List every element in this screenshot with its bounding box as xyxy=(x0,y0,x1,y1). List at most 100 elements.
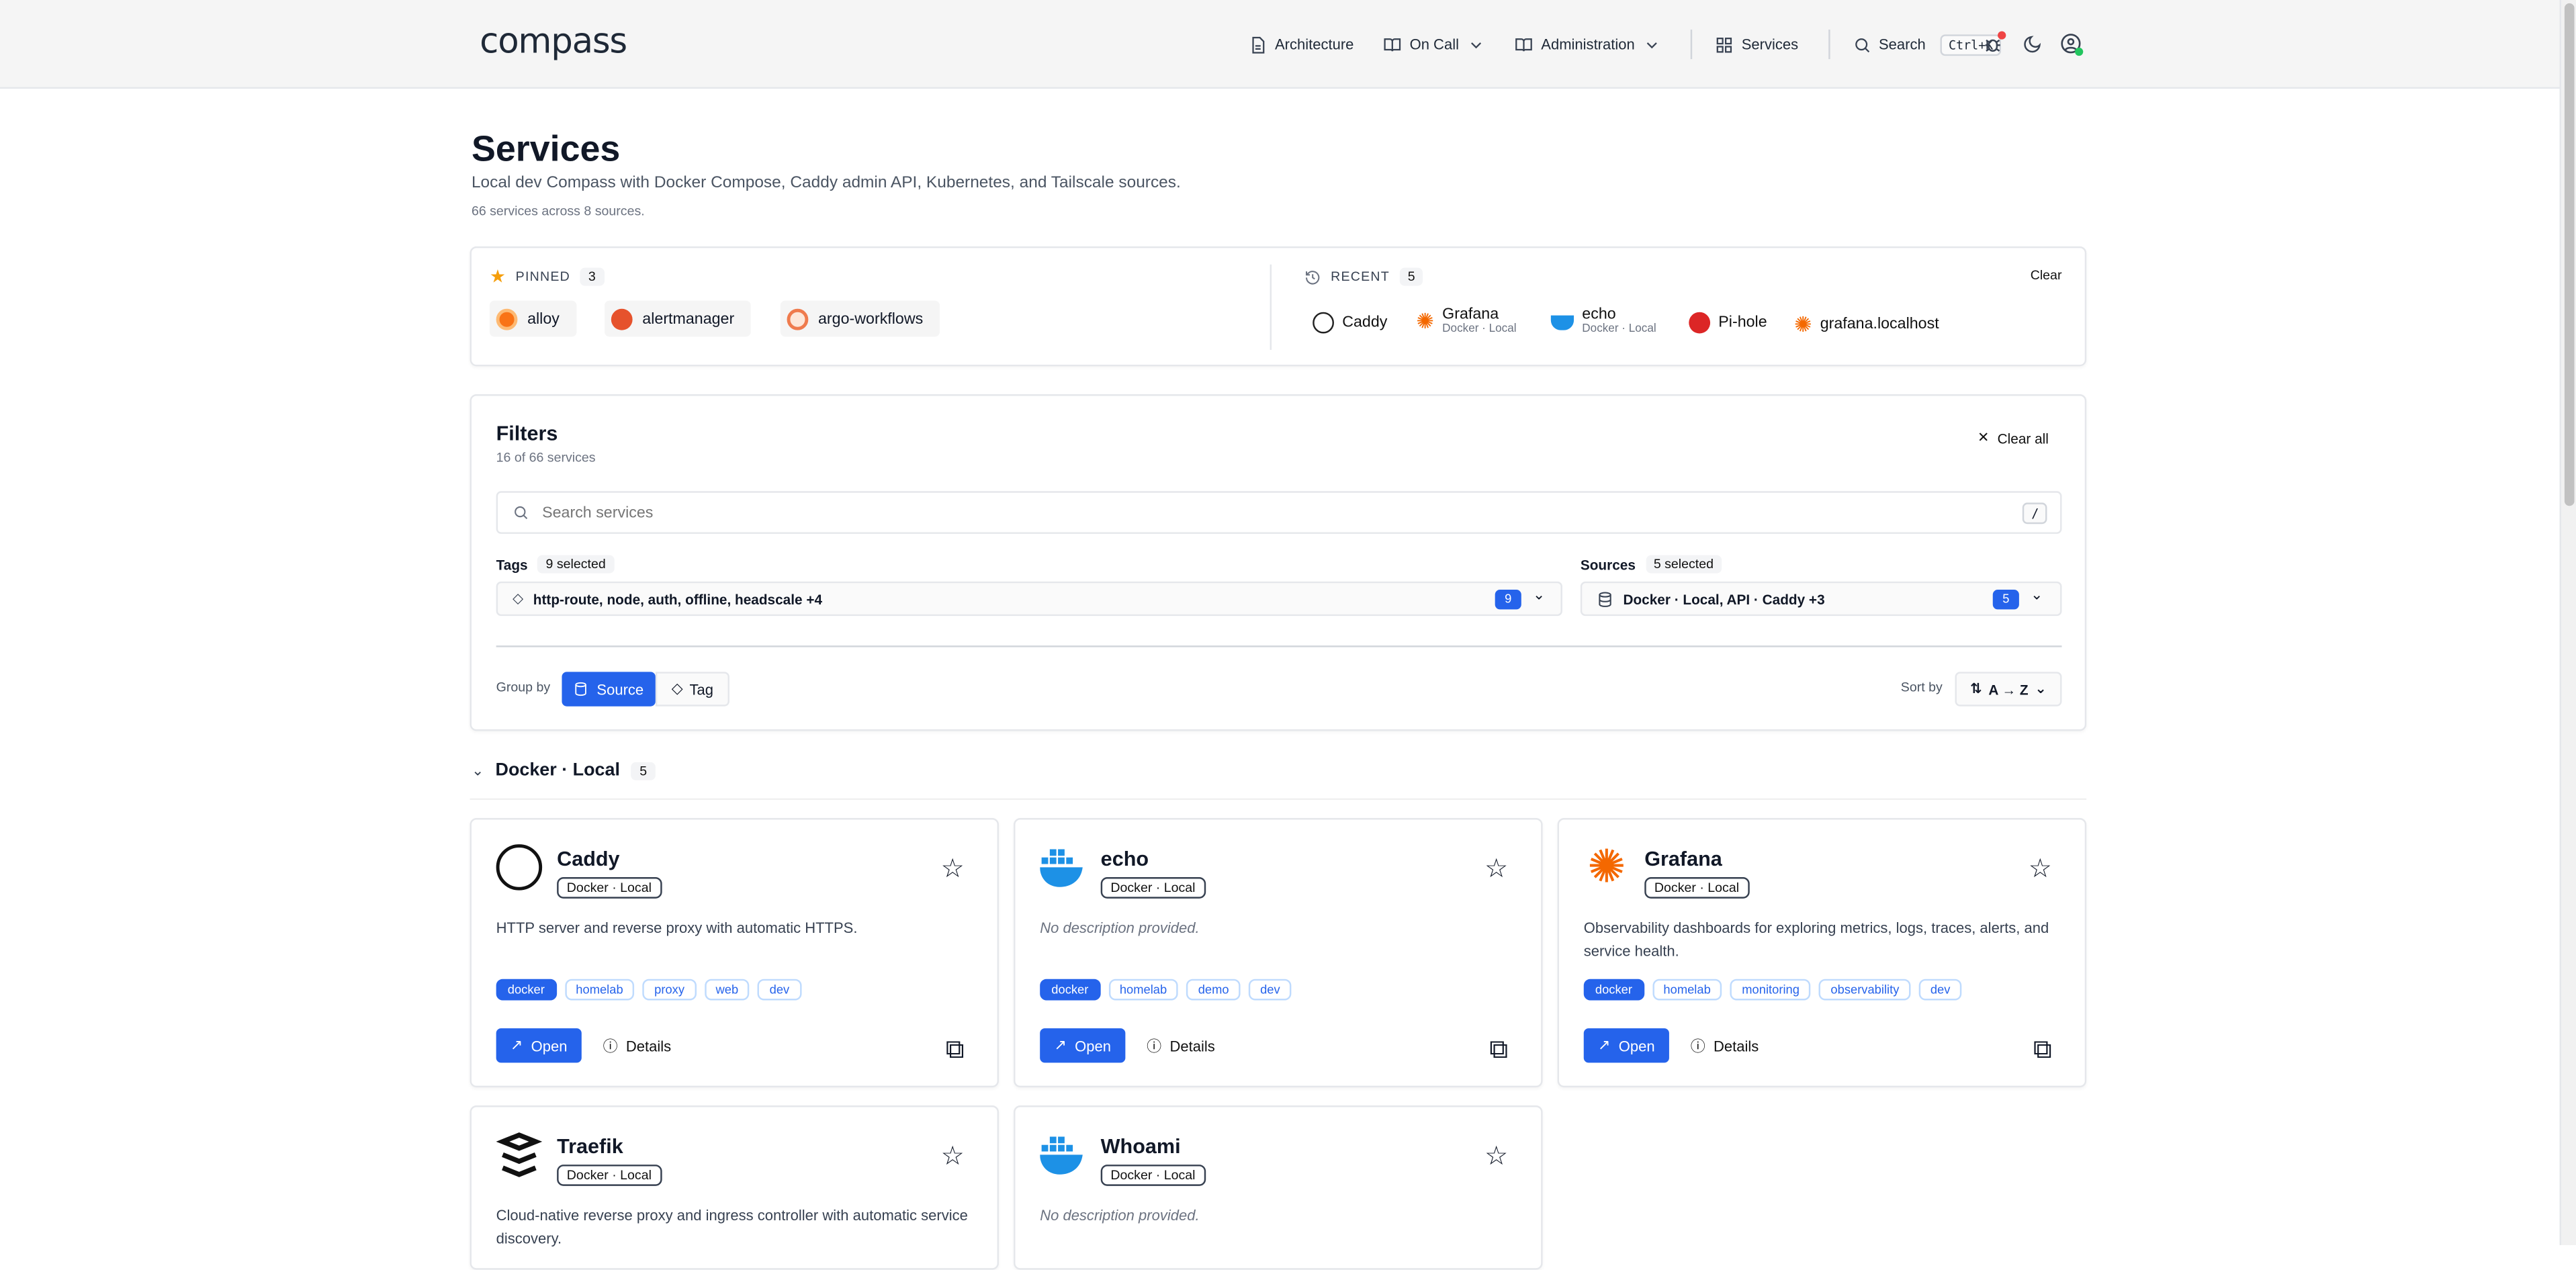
recent-item-grafana[interactable]: ✺ Grafana Docker · Local xyxy=(1416,306,1516,336)
sources-count-badge: 5 xyxy=(1992,590,2019,610)
close-icon: ✕ xyxy=(1977,428,1990,445)
details-button[interactable]: ⓘ Details xyxy=(1691,1035,1759,1056)
details-button[interactable]: ⓘ Details xyxy=(1147,1035,1215,1056)
recent-clear-button[interactable]: Clear xyxy=(2031,268,2062,283)
pinned-item-alertmanager[interactable]: alertmanager xyxy=(605,300,751,337)
grid-icon xyxy=(1716,36,1732,52)
info-icon: ⓘ xyxy=(1147,1038,1162,1055)
tag-chip[interactable]: docker xyxy=(496,979,556,1001)
open-label: Open xyxy=(1618,1037,1655,1054)
chevron-down-icon: ⌄ xyxy=(471,761,484,778)
tags-label-row: Tags 9 selected xyxy=(496,555,614,574)
recent-label: RECENT xyxy=(1331,269,1390,285)
tag-chip[interactable]: web xyxy=(704,979,750,1001)
group-by-tag-button[interactable]: ◇ Tag xyxy=(655,672,729,707)
search-icon xyxy=(515,506,528,519)
recent-item-caddy[interactable]: Caddy xyxy=(1313,312,1387,334)
pihole-icon xyxy=(1689,312,1711,334)
app-root: compass Architecture On Call Administrat… xyxy=(0,0,2576,1270)
group-tag-label: Tag xyxy=(689,680,714,698)
nav-administration[interactable]: Administration xyxy=(1515,36,1661,54)
open-button[interactable]: ↗ Open xyxy=(1583,1028,1669,1063)
scrollbar-thumb[interactable] xyxy=(2564,3,2575,506)
sources-select[interactable]: Docker · Local, API · Caddy +3 xyxy=(1580,581,2062,617)
tag-chip[interactable]: dev xyxy=(758,979,801,1001)
open-button[interactable]: ↗ Open xyxy=(496,1028,582,1063)
nav-oncall-label: On Call xyxy=(1409,36,1459,53)
account-button[interactable] xyxy=(2060,33,2084,62)
grafana-icon: ✺ xyxy=(1793,312,1812,337)
theme-toggle[interactable] xyxy=(2023,33,2042,62)
sort-value: A → Z xyxy=(1988,680,2029,698)
service-tags: docker homelab monitoring observability … xyxy=(1583,979,1962,1001)
caddy-logo-icon xyxy=(496,844,543,891)
tag-chip[interactable]: monitoring xyxy=(1730,979,1812,1001)
tag-chip[interactable]: homelab xyxy=(1108,979,1179,1001)
star-outline-icon[interactable]: ☆ xyxy=(1484,1140,1508,1173)
tag-chip[interactable]: homelab xyxy=(1652,979,1722,1001)
details-label: Details xyxy=(1169,1037,1215,1054)
tag-chip[interactable]: dev xyxy=(1248,979,1292,1001)
history-icon xyxy=(1306,269,1320,284)
argo-icon xyxy=(787,308,809,330)
service-name[interactable]: Traefik xyxy=(557,1135,623,1158)
docker-logo-icon xyxy=(1040,844,1085,890)
nav-divider xyxy=(1690,30,1693,60)
nav-architecture[interactable]: Architecture xyxy=(1249,36,1353,54)
star-outline-icon[interactable]: ☆ xyxy=(1484,852,1508,885)
service-name[interactable]: Grafana xyxy=(1644,848,1722,870)
tag-chip[interactable]: demo xyxy=(1186,979,1241,1001)
filters-summary: 16 of 66 services xyxy=(496,450,596,465)
document-icon xyxy=(1252,36,1265,53)
service-name[interactable]: Caddy xyxy=(557,848,619,870)
filters-panel: Filters 16 of 66 services ✕ Clear all / … xyxy=(470,394,2087,731)
chevron-down-icon xyxy=(1471,41,1482,48)
service-name[interactable]: Whoami xyxy=(1101,1135,1181,1158)
service-description: No description provided. xyxy=(1040,1207,1200,1224)
group-header[interactable]: ⌄ Docker · Local 5 xyxy=(471,760,656,780)
service-source-badge: Docker · Local xyxy=(557,877,662,899)
tag-chip[interactable]: homelab xyxy=(564,979,635,1001)
search-shortcut: / xyxy=(2023,502,2047,523)
recent-item-pihole[interactable]: Pi-hole xyxy=(1689,312,1767,334)
tag-chip[interactable]: observability xyxy=(1819,979,1911,1001)
nav-oncall[interactable]: On Call xyxy=(1383,36,1485,54)
pinned-item-alloy[interactable]: alloy xyxy=(489,300,576,337)
search-input[interactable] xyxy=(539,502,2017,523)
group-by-label: Group by xyxy=(496,680,551,695)
pinned-item-argo-workflows[interactable]: argo-workflows xyxy=(780,300,940,337)
alertmanager-icon xyxy=(611,308,633,330)
sort-select[interactable]: ⇅ A → Z ⌄ xyxy=(1955,672,2062,707)
clear-all-button[interactable]: ✕ Clear all xyxy=(1978,428,2049,447)
details-button[interactable]: ⓘ Details xyxy=(603,1035,672,1056)
copy-icon[interactable]: ⧉ xyxy=(2033,1036,2052,1066)
tag-chip[interactable]: proxy xyxy=(643,979,697,1001)
page-subtitle: Local dev Compass with Docker Compose, C… xyxy=(471,174,1181,193)
group-divider xyxy=(470,798,2087,801)
star-outline-icon[interactable]: ☆ xyxy=(941,852,965,885)
search-button[interactable]: Search Ctrl+K xyxy=(1853,34,2002,55)
nav-services[interactable]: Services xyxy=(1716,36,1798,54)
search-label: Search xyxy=(1879,36,1926,53)
recent-item-grafana-localhost[interactable]: ✺ grafana.localhost xyxy=(1794,312,1939,338)
recent-item-echo[interactable]: echo Docker · Local xyxy=(1550,305,1656,336)
tag-chip[interactable]: dev xyxy=(1918,979,1962,1001)
tags-label: Tags xyxy=(496,555,528,573)
recent-item-label: echo xyxy=(1582,305,1616,324)
open-button[interactable]: ↗ Open xyxy=(1040,1028,1126,1063)
docker-logo-icon xyxy=(1040,1132,1085,1177)
tags-select[interactable]: ◇ http-route, node, auth, offline, heads… xyxy=(496,581,1562,617)
docker-icon xyxy=(1550,314,1574,330)
brand-logo[interactable]: compass xyxy=(480,21,627,61)
tag-chip[interactable]: docker xyxy=(1040,979,1100,1001)
copy-icon[interactable]: ⧉ xyxy=(946,1036,965,1066)
page-scrollbar[interactable] xyxy=(2559,0,2576,1245)
star-outline-icon[interactable]: ☆ xyxy=(2029,852,2052,885)
tags-count-badge: 9 xyxy=(1495,590,1521,610)
bug-report-button[interactable] xyxy=(1983,31,2006,62)
group-by-source-button[interactable]: Source xyxy=(562,672,656,707)
service-name[interactable]: echo xyxy=(1101,848,1149,870)
tag-chip[interactable]: docker xyxy=(1583,979,1644,1001)
copy-icon[interactable]: ⧉ xyxy=(1489,1036,1508,1066)
star-outline-icon[interactable]: ☆ xyxy=(941,1140,965,1173)
